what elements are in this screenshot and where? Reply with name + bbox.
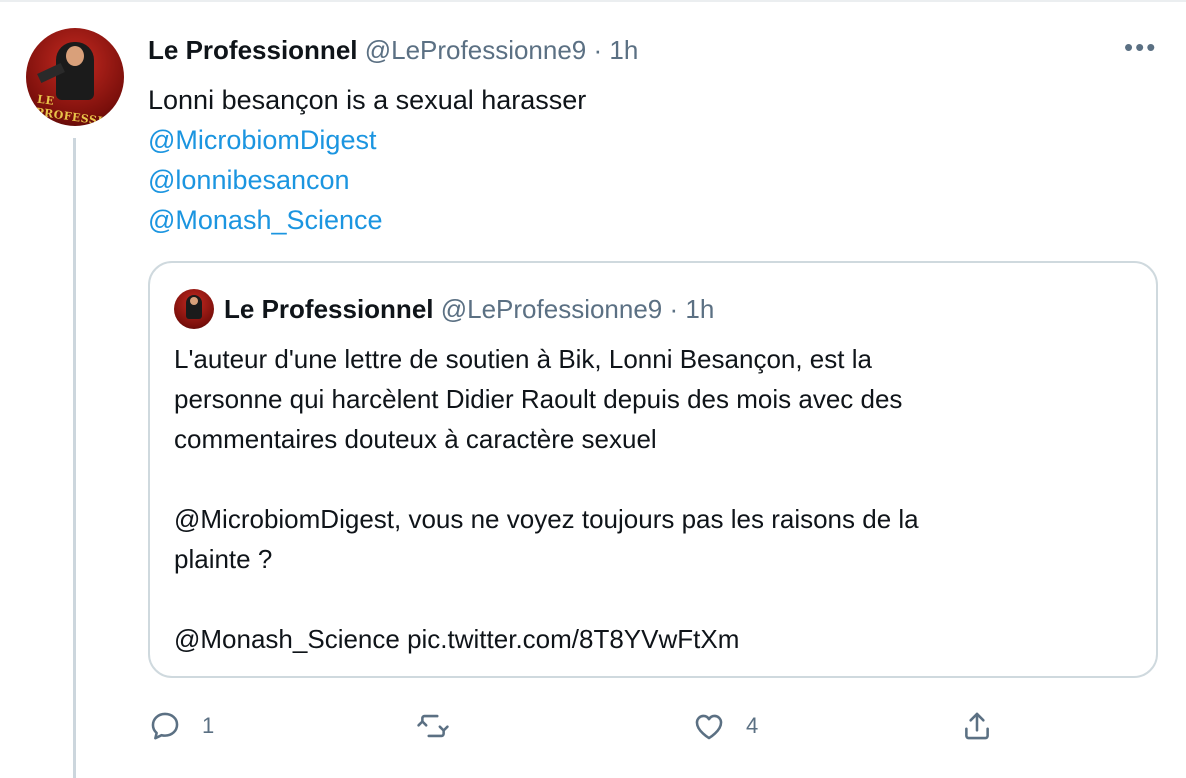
header-separator: · — [669, 294, 679, 324]
quoted-tweet-header: Le Professionnel @LeProfessionne9 · 1h — [224, 291, 714, 327]
like-count: 4 — [746, 713, 759, 738]
mention-link[interactable]: @MicrobiomDigest — [148, 120, 586, 160]
quoted-author-name: Le Professionnel — [224, 294, 434, 324]
tweet-header: Le Professionnel @LeProfessionne9 · 1h — [148, 32, 638, 68]
more-options-icon[interactable]: ••• — [1124, 34, 1157, 60]
tweet-actions: 1 4 — [148, 704, 1008, 748]
author-handle[interactable]: @LeProfessionne9 — [365, 35, 587, 65]
like-icon — [695, 714, 723, 740]
share-icon — [965, 712, 989, 740]
avatar-logo-text: LE PROFESSIONNEL — [34, 92, 124, 126]
tweet-text-line: Lonni besançon is a sexual harasser — [148, 85, 587, 115]
quoted-tweet-timestamp: 1h — [685, 294, 715, 324]
avatar-face — [190, 297, 198, 305]
tweet-timestamp[interactable]: 1h — [609, 35, 638, 65]
quoted-author-avatar — [174, 289, 214, 329]
mention-link[interactable]: @Monash_Science — [148, 200, 586, 240]
avatar-face — [66, 46, 84, 66]
share-button[interactable] — [960, 704, 994, 748]
reply-icon — [151, 712, 179, 740]
retweet-button[interactable] — [416, 704, 470, 748]
retweet-icon — [417, 714, 449, 738]
tweet-text: Lonni besançon is a sexual harasser @Mic… — [148, 80, 586, 240]
quoted-author-handle: @LeProfessionne9 — [440, 294, 663, 324]
thread-line — [73, 138, 76, 778]
quoted-tweet-card[interactable]: Le Professionnel @LeProfessionne9 · 1h L… — [148, 261, 1158, 678]
quoted-text-line: plainte ? — [174, 544, 273, 574]
top-divider — [0, 0, 1186, 2]
quoted-text-line: personne qui harcèlent Didier Raoult dep… — [174, 384, 903, 414]
quoted-text-line: @MicrobiomDigest, vous ne voyez toujours… — [174, 504, 919, 534]
quoted-text-line: L'auteur d'une lettre de soutien à Bik, … — [174, 344, 872, 374]
reply-button[interactable]: 1 — [148, 704, 214, 748]
quoted-text-line: commentaires douteux à caractère sexuel — [174, 424, 657, 454]
quoted-text-line — [174, 459, 919, 499]
header-separator: · — [593, 35, 603, 65]
author-avatar[interactable]: LE PROFESSIONNEL — [26, 28, 124, 126]
quoted-tweet-text: L'auteur d'une lettre de soutien à Bik, … — [174, 339, 919, 659]
quoted-text-line — [174, 579, 919, 619]
quoted-text-line: @Monash_Science pic.twitter.com/8T8YVwFt… — [174, 624, 740, 654]
mention-link[interactable]: @lonnibesancon — [148, 160, 586, 200]
reply-count: 1 — [202, 713, 215, 738]
author-name[interactable]: Le Professionnel — [148, 35, 358, 65]
like-button[interactable]: 4 — [692, 704, 758, 748]
